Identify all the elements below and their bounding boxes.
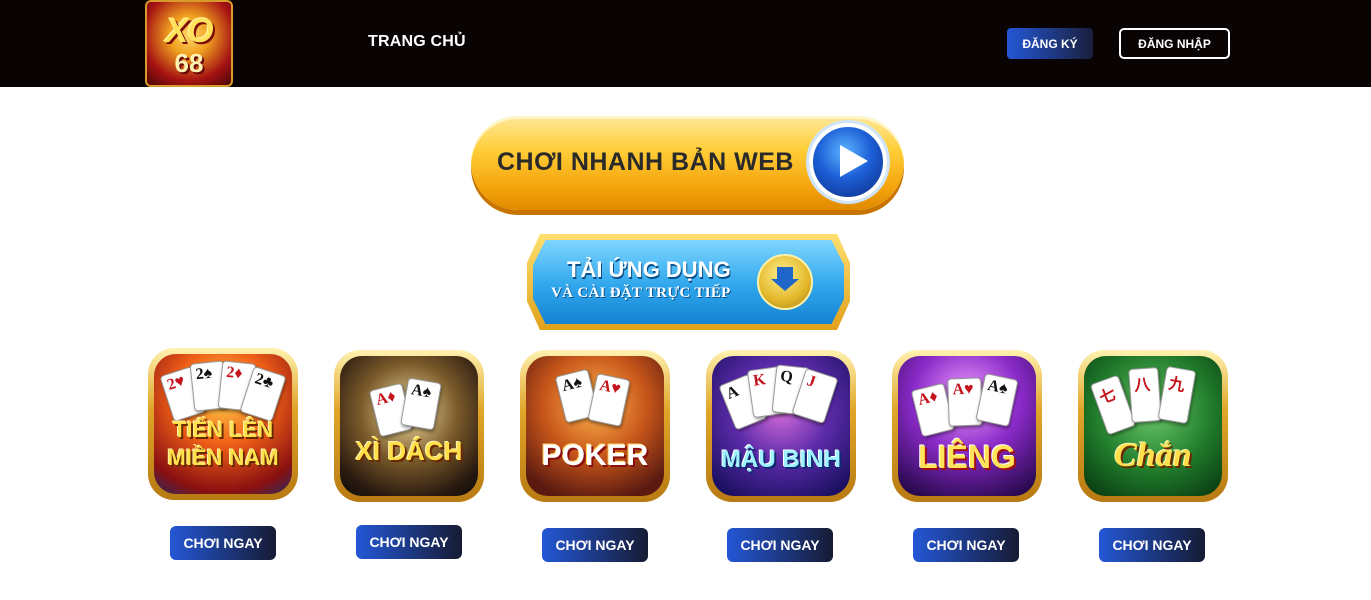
game-title: POKER (541, 439, 649, 472)
game-tile-mau-binh[interactable]: A K Q J MẬU BINH (706, 350, 856, 502)
play-now-button-mau-binh[interactable]: CHƠI NGAY (727, 528, 833, 562)
register-button[interactable]: ĐĂNG KÝ (1007, 28, 1093, 59)
nav-home-link[interactable]: TRANG CHỦ (368, 33, 466, 51)
site-logo[interactable]: XO 68 (145, 0, 233, 87)
card-icon: 八 (1128, 367, 1162, 423)
game-title-line2: MIỀN NAM (167, 445, 279, 470)
game-tile-chan[interactable]: 七 八 九 Chắn (1078, 350, 1228, 502)
game-title: Chắn (1114, 437, 1192, 474)
download-app-banner-button[interactable]: TẢI ỨNG DỤNG VÀ CÀI ĐẶT TRỰC TIẾP (527, 234, 850, 330)
game-art: 七 八 九 (1084, 356, 1222, 496)
game-title: MẬU BINH (721, 446, 841, 473)
game-title: XÌ DÁCH (355, 436, 463, 466)
play-icon (809, 123, 887, 201)
game-title: LIÊNG (918, 439, 1016, 475)
play-web-label: CHƠI NHANH BẢN WEB (497, 148, 794, 176)
play-now-button-xi-dach[interactable]: CHƠI NGAY (356, 525, 462, 559)
game-art: A♦ A♠ (340, 356, 478, 496)
play-now-button-chan[interactable]: CHƠI NGAY (1099, 528, 1205, 562)
game-tile-lieng[interactable]: A♦ A♥ A♠ LIÊNG (892, 350, 1042, 502)
game-tile-xi-dach[interactable]: A♦ A♠ XÌ DÁCH (334, 350, 484, 502)
game-art: A K Q J (712, 356, 850, 496)
play-now-button-lieng[interactable]: CHƠI NGAY (913, 528, 1019, 562)
download-icon (757, 254, 813, 310)
card-icon: 九 (1157, 365, 1197, 425)
game-tile-poker[interactable]: A♠ A♥ POKER (520, 350, 670, 502)
game-tile-tien-len-mien-nam[interactable]: 2♥ 2♠ 2♦ 2♣ TIẾN LÊN MIỀN NAM (148, 348, 298, 500)
game-title-line1: TIẾN LÊN (172, 417, 274, 442)
card-icon: A♥ (587, 372, 631, 428)
logo-text-top: XO (165, 12, 213, 50)
top-header: XO 68 TRANG CHỦ ĐĂNG KÝ ĐĂNG NHẬP (0, 0, 1371, 87)
login-button[interactable]: ĐĂNG NHẬP (1119, 28, 1230, 59)
download-subtitle: VÀ CÀI ĐẶT TRỰC TIẾP (551, 285, 731, 301)
card-icon: A♠ (975, 372, 1019, 428)
logo-text-bottom: 68 (174, 48, 204, 78)
game-art: A♠ A♥ (526, 356, 664, 496)
play-now-button-poker[interactable]: CHƠI NGAY (542, 528, 648, 562)
game-art: A♦ A♥ A♠ (898, 356, 1036, 496)
play-web-banner-button[interactable]: CHƠI NHANH BẢN WEB (471, 116, 904, 214)
card-icon: A♠ (400, 377, 442, 431)
download-title: TẢI ỨNG DỤNG (567, 257, 731, 282)
play-now-button-tien-len[interactable]: CHƠI NGAY (170, 526, 276, 560)
